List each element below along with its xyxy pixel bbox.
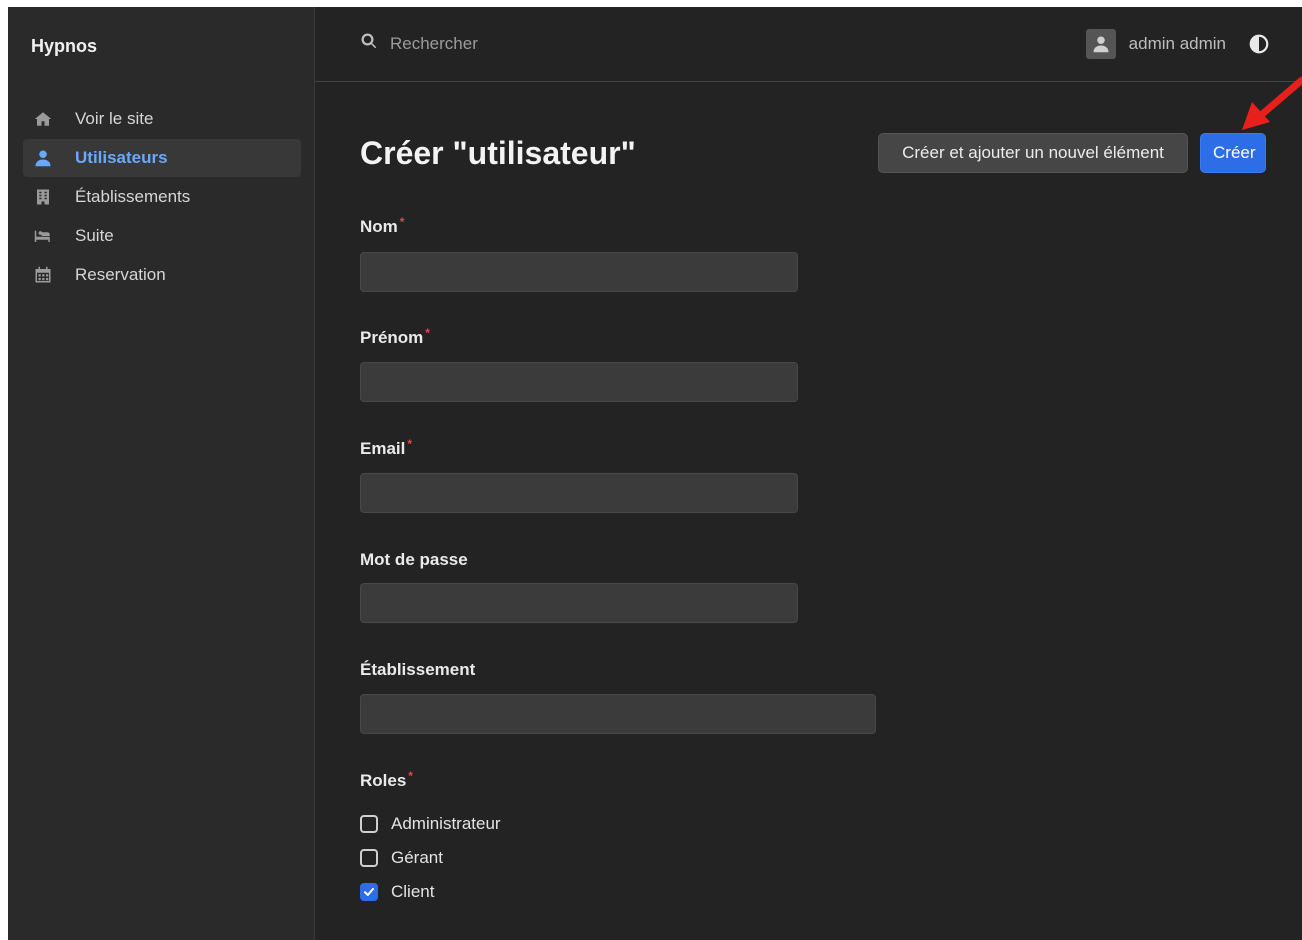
checkbox[interactable]	[360, 849, 378, 867]
main-content: admin admin Créer "utilisateur" Créer et…	[315, 7, 1302, 940]
sidebar-item-etablissements[interactable]: Établissements	[23, 178, 301, 216]
checkbox-checked[interactable]	[360, 883, 378, 901]
app-window: Hypnos Voir le site Utilisateurs Établis…	[8, 7, 1302, 940]
sidebar-item-reservation[interactable]: Reservation	[23, 256, 301, 294]
sidebar-item-utilisateurs[interactable]: Utilisateurs	[23, 139, 301, 177]
prenom-label: Prénom *	[360, 326, 430, 347]
username[interactable]: admin admin	[1129, 34, 1226, 54]
role-option-client[interactable]: Client	[360, 875, 501, 909]
create-and-add-button[interactable]: Créer et ajouter un nouvel élément	[878, 133, 1188, 173]
topbar: admin admin	[315, 7, 1302, 82]
required-mark: *	[407, 437, 413, 451]
checkmark-icon	[364, 888, 374, 896]
user-menu[interactable]: admin admin	[1085, 29, 1270, 59]
annotation-arrow-icon	[1242, 76, 1302, 130]
email-label: Email *	[360, 437, 413, 458]
sidebar-item-label: Suite	[75, 226, 114, 245]
page-title: Créer "utilisateur"	[360, 135, 636, 171]
nom-label: Nom *	[360, 215, 405, 236]
roles-label: Roles *	[360, 769, 413, 790]
required-mark: *	[425, 326, 430, 340]
role-option-administrateur[interactable]: Administrateur	[360, 807, 501, 841]
email-input[interactable]	[360, 473, 798, 513]
brand-logo[interactable]: Hypnos	[31, 36, 97, 57]
avatar[interactable]	[1085, 29, 1116, 59]
role-label: Gérant	[391, 848, 443, 867]
role-option-gerant[interactable]: Gérant	[360, 841, 501, 875]
nom-input[interactable]	[360, 252, 798, 292]
search-bar	[360, 32, 690, 55]
user-icon	[1093, 36, 1109, 53]
roles-checkbox-group: Administrateur Gérant Client	[360, 807, 501, 909]
sidebar: Hypnos Voir le site Utilisateurs Établis…	[8, 7, 315, 940]
sidebar-item-suite[interactable]: Suite	[23, 217, 301, 255]
building-icon	[33, 187, 53, 207]
search-icon[interactable]	[360, 32, 378, 55]
checkbox[interactable]	[360, 815, 378, 833]
sidebar-item-label: Établissements	[75, 187, 191, 206]
etablissement-select[interactable]	[360, 694, 876, 734]
sidebar-item-voir-le-site[interactable]: Voir le site	[23, 100, 301, 138]
prenom-input[interactable]	[360, 362, 798, 402]
theme-toggle-icon[interactable]	[1248, 33, 1270, 55]
bed-icon	[33, 226, 53, 246]
home-icon	[33, 109, 53, 129]
role-label: Administrateur	[391, 814, 501, 833]
required-mark: *	[408, 769, 413, 783]
user-icon	[33, 148, 53, 168]
required-mark: *	[399, 215, 405, 229]
sidebar-nav: Voir le site Utilisateurs Établissements…	[23, 100, 301, 295]
password-input[interactable]	[360, 583, 798, 623]
password-label: Mot de passe	[360, 550, 468, 569]
search-input[interactable]	[390, 33, 690, 54]
sidebar-item-label: Reservation	[75, 265, 166, 284]
sidebar-item-label: Voir le site	[75, 109, 154, 128]
role-label: Client	[391, 882, 435, 901]
calendar-icon	[33, 265, 53, 285]
etablissement-label: Établissement	[360, 660, 476, 679]
sidebar-item-label: Utilisateurs	[75, 148, 168, 167]
